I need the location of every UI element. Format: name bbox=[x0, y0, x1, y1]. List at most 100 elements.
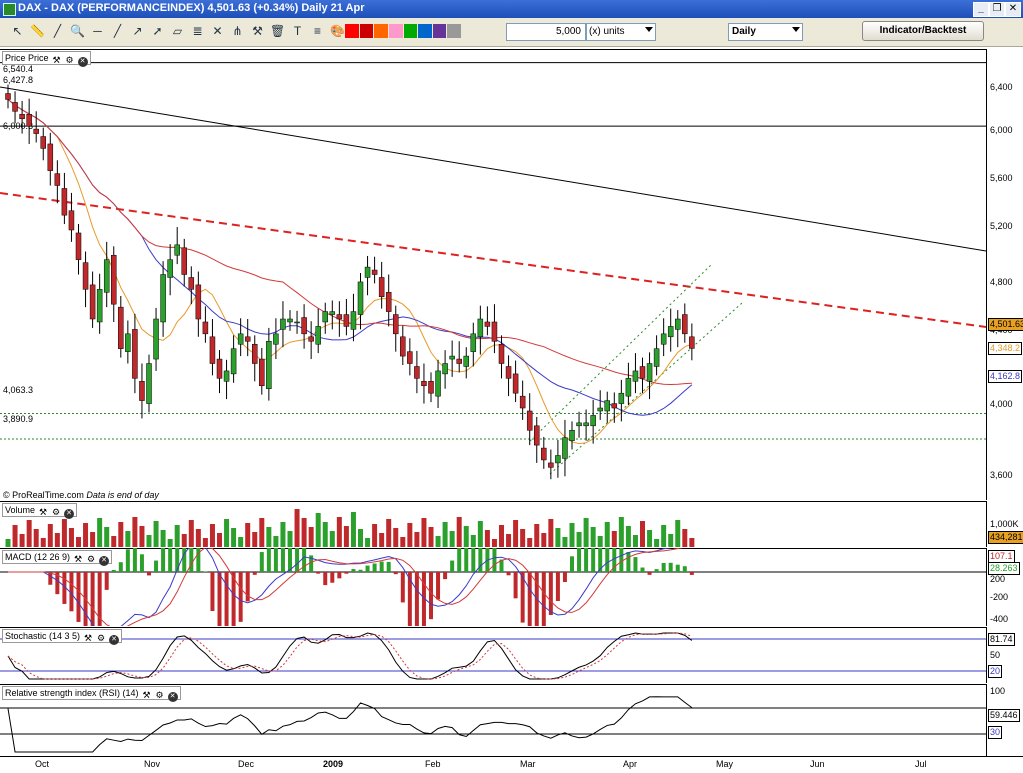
color-icon[interactable]: 🎨 bbox=[330, 23, 345, 39]
ray-icon[interactable]: ↗ bbox=[130, 23, 145, 39]
candle-body bbox=[280, 318, 286, 330]
settings-icon[interactable]: ⚙ bbox=[51, 507, 61, 517]
macd-histogram-bar bbox=[111, 569, 116, 572]
swatch-gray[interactable] bbox=[447, 24, 461, 38]
macd-histogram-bar bbox=[351, 569, 356, 572]
wrench-icon[interactable]: ⚒ bbox=[38, 507, 48, 517]
candle-body bbox=[407, 351, 413, 364]
zoom-icon[interactable]: 🔍 bbox=[70, 23, 85, 39]
close-icon[interactable]: ✕ bbox=[99, 556, 110, 566]
quantity-input[interactable]: 5,000 bbox=[506, 23, 586, 41]
channel-icon[interactable]: ▱ bbox=[170, 23, 185, 39]
volume-bar bbox=[224, 519, 230, 547]
settings-icon[interactable]: ⚙ bbox=[96, 633, 106, 643]
trendline-icon[interactable]: ╱ bbox=[110, 23, 125, 39]
x-axis-label: Nov bbox=[144, 759, 161, 769]
pointer-icon[interactable]: ↖ bbox=[10, 23, 25, 39]
wrench-icon[interactable]: ⚒ bbox=[73, 554, 83, 564]
close-icon[interactable]: ✕ bbox=[64, 509, 75, 519]
macd-histogram-bar bbox=[647, 572, 652, 575]
volume-bar bbox=[146, 535, 152, 547]
candle-body bbox=[590, 415, 596, 427]
candle-body bbox=[414, 366, 420, 379]
settings-icon[interactable]: ⚙ bbox=[86, 554, 96, 564]
price-axis-tick: 4,000 bbox=[990, 399, 1013, 409]
ma-tag: 4,348.2 bbox=[988, 342, 1023, 355]
candle-body bbox=[273, 333, 279, 345]
volume-bar bbox=[350, 512, 356, 547]
tools-icon[interactable]: ⚒ bbox=[250, 23, 265, 39]
measure-icon[interactable]: ╱ bbox=[50, 23, 65, 39]
candle-body bbox=[470, 333, 477, 352]
trash-icon[interactable]: 🗑 bbox=[270, 23, 285, 39]
candle-body bbox=[618, 392, 625, 404]
x-axis-label: Mar bbox=[520, 759, 536, 769]
macd-histogram-bar bbox=[76, 572, 81, 622]
swatch-orange[interactable] bbox=[374, 24, 388, 38]
close-icon[interactable]: ✕ bbox=[109, 635, 120, 645]
volume-bar bbox=[301, 518, 307, 547]
candle-body bbox=[132, 329, 138, 379]
macd-histogram-bar bbox=[252, 572, 257, 575]
wrench-icon[interactable]: ⚒ bbox=[83, 633, 93, 643]
volume-bar bbox=[40, 538, 46, 547]
period-select[interactable]: Daily bbox=[728, 23, 803, 41]
volume-bar bbox=[245, 523, 251, 547]
volume-bar bbox=[661, 525, 667, 547]
close-icon[interactable]: ✕ bbox=[167, 692, 178, 702]
macd-histogram-bar bbox=[302, 548, 307, 572]
volume-bar bbox=[597, 536, 603, 547]
swatch-red[interactable] bbox=[345, 24, 359, 38]
volume-panel-label: Volume bbox=[5, 505, 36, 515]
minimize-button[interactable]: _ bbox=[973, 2, 989, 17]
fibonacci-fan-icon[interactable]: ≡ bbox=[310, 23, 325, 39]
macd-histogram-bar bbox=[210, 572, 215, 611]
swatch-blue[interactable] bbox=[418, 24, 432, 38]
window-title: DAX - DAX (PERFORMANCEINDEX) 4,501.63 (+… bbox=[18, 2, 365, 14]
ruler-icon[interactable]: 📏 bbox=[30, 23, 45, 39]
candle-body bbox=[202, 321, 209, 335]
indicator-backtest-button[interactable]: Indicator/Backtest bbox=[862, 21, 984, 41]
macd-histogram-bar bbox=[316, 572, 321, 574]
volume-bar bbox=[618, 517, 624, 547]
x-axis-label: Jul bbox=[915, 759, 927, 769]
price-chart[interactable] bbox=[0, 49, 986, 500]
wrench-icon[interactable]: ⚒ bbox=[142, 690, 152, 700]
candle-body bbox=[449, 355, 455, 360]
cross-icon[interactable]: ✕ bbox=[210, 23, 225, 39]
swatch-purple[interactable] bbox=[432, 24, 447, 38]
macd-histogram-bar bbox=[224, 572, 229, 626]
volume-panel-header: Volume ⚒ ⚙ ✕ bbox=[2, 503, 78, 519]
candle-body bbox=[216, 358, 223, 379]
close-icon[interactable]: ✕ bbox=[77, 57, 88, 67]
macd-histogram-bar bbox=[605, 548, 610, 572]
swatch-pink[interactable] bbox=[388, 24, 403, 38]
candle-body bbox=[576, 422, 582, 427]
settings-icon[interactable]: ⚙ bbox=[65, 55, 75, 65]
volume-bar bbox=[125, 531, 131, 547]
swatch-darkred[interactable] bbox=[359, 24, 374, 38]
pitchfork-icon[interactable]: ⋔ bbox=[230, 23, 245, 39]
units-select[interactable]: (x) units bbox=[586, 23, 656, 41]
settings-icon[interactable]: ⚙ bbox=[155, 690, 165, 700]
macd-histogram-bar bbox=[323, 572, 328, 586]
candle-body bbox=[604, 400, 610, 412]
volume-bar bbox=[259, 518, 265, 547]
restore-button[interactable]: ❐ bbox=[989, 2, 1005, 17]
macd-histogram-bar bbox=[661, 562, 666, 572]
volume-bar bbox=[153, 521, 159, 547]
volume-bar bbox=[675, 520, 681, 547]
arrow-icon[interactable]: ➚ bbox=[150, 23, 165, 39]
text-icon[interactable]: T bbox=[290, 23, 305, 39]
volume-bar bbox=[456, 517, 462, 547]
volume-bar bbox=[181, 534, 187, 547]
candle-body bbox=[364, 266, 371, 278]
macd-histogram-bar bbox=[555, 572, 560, 601]
horizontal-line-icon[interactable]: ─ bbox=[90, 23, 105, 39]
swatch-green[interactable] bbox=[403, 24, 418, 38]
close-button[interactable]: ✕ bbox=[1005, 2, 1021, 17]
macd-histogram-bar bbox=[562, 572, 567, 582]
stochastic-tag: 81.74 bbox=[988, 633, 1015, 646]
fib-icon[interactable]: ≣ bbox=[190, 23, 205, 39]
wrench-icon[interactable]: ⚒ bbox=[52, 55, 62, 65]
